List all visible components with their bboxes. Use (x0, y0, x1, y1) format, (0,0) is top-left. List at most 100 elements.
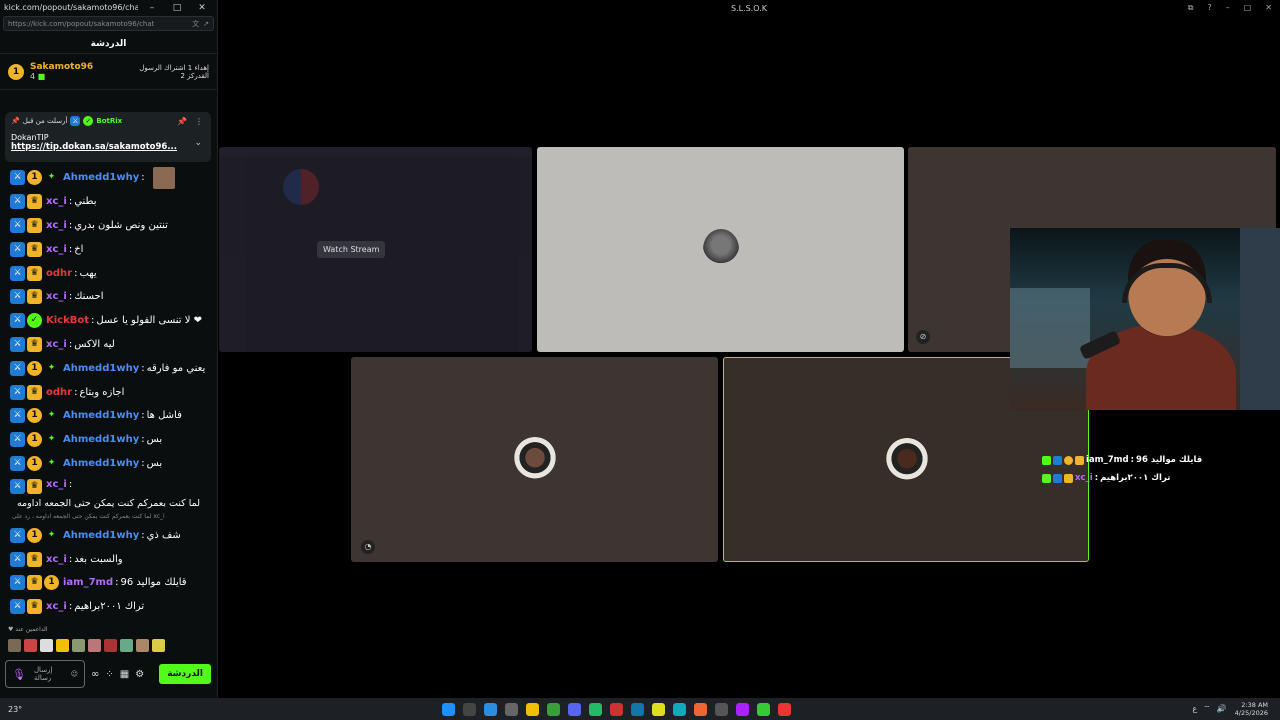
chat-username[interactable]: Ahmedd1why (63, 530, 139, 541)
maximize-button[interactable]: □ (166, 3, 188, 13)
chrome-icon[interactable] (651, 702, 665, 716)
chat-message[interactable]: ⚔ ♛ xc_i: اخ (0, 237, 216, 261)
chat-message[interactable]: ⚔ ♛ xc_i: بطني (0, 190, 216, 214)
chat-message[interactable]: ⚔ ♛ odhr: اجازه وبتاع (0, 380, 216, 404)
maximize-icon[interactable]: □ (1244, 3, 1252, 13)
search-icon[interactable] (462, 702, 476, 716)
chat-message[interactable]: ⚔ ♛ xc_i: تراك ٢٠٠١براهيم (0, 595, 216, 619)
app-icon[interactable] (735, 702, 749, 716)
app-icon[interactable] (588, 702, 602, 716)
participant-tile[interactable] (537, 147, 904, 352)
more-icon[interactable]: ⋮ (195, 117, 203, 126)
app-icon[interactable] (756, 702, 770, 716)
emote[interactable] (72, 639, 85, 652)
pinned-message[interactable]: 📌 أرسلت من قبل ⚔ ✓ BotRix DokanTIP https… (5, 112, 211, 162)
app-icon[interactable] (693, 702, 707, 716)
pinned-link[interactable]: https://tip.dokan.sa/sakamoto96... (11, 142, 205, 152)
emote[interactable] (24, 639, 37, 652)
participant-tile[interactable]: ◔ (351, 357, 718, 562)
supporters-label: ♥ الداعمين عند (8, 626, 48, 633)
chat-message[interactable]: ⚔ ♛ xc_i: تنتين ونص شلون بدري (0, 214, 216, 238)
edge-icon[interactable] (483, 702, 497, 716)
clock[interactable]: 2:38 AM 4/25/2026 (1235, 701, 1280, 717)
wifi-icon[interactable]: ⌔ (1203, 704, 1211, 714)
chat-message[interactable]: ⚔ 1 ✦ Ahmedd1why: (0, 166, 216, 190)
emote[interactable] (120, 639, 133, 652)
chevron-down-icon[interactable]: ⌄ (194, 138, 202, 148)
chat-username[interactable]: Ahmedd1why (63, 410, 139, 421)
watch-stream-button[interactable]: Watch Stream (317, 241, 386, 258)
chat-message[interactable]: ⚔ 1 ✦ Ahmedd1why: يعني مو فارقه (0, 356, 216, 380)
chat-username[interactable]: Ahmedd1why (63, 363, 139, 374)
app-icon[interactable] (714, 702, 728, 716)
start-icon[interactable] (441, 702, 455, 716)
volume-icon[interactable]: 🔊 (1217, 704, 1227, 714)
chat-username[interactable]: Ahmedd1why (63, 434, 139, 445)
share-icon[interactable]: ↗ (203, 20, 209, 28)
address-bar[interactable]: https://kick.com/popout/sakamoto96/chat … (3, 16, 214, 31)
emote[interactable] (8, 639, 21, 652)
chat-message[interactable]: ⚔ ♛ xc_i: والسبت بعد (0, 547, 216, 571)
chat-message[interactable]: ⚔ 1 ✦ Ahmedd1why: بس (0, 452, 216, 476)
chat-username[interactable]: odhr (46, 268, 72, 279)
chat-message[interactable]: ⚔ 1 ✦ Ahmedd1why: فاشل ها (0, 404, 216, 428)
steam-icon[interactable] (630, 702, 644, 716)
emote[interactable] (56, 639, 69, 652)
language-indicator[interactable]: ع (1192, 704, 1197, 714)
chat-username[interactable]: xc_i (46, 220, 67, 231)
close-icon[interactable]: ✕ (1265, 3, 1272, 13)
emote[interactable] (136, 639, 149, 652)
chat-message[interactable]: ⚔ ♛ xc_i: احسنك (0, 285, 216, 309)
chat-username[interactable]: xc_i (46, 479, 67, 490)
chat-message[interactable]: ⚔ ♛ 1 iam_7md: قايلك مواليد 96 (0, 571, 216, 595)
chat-username[interactable]: odhr (46, 387, 72, 398)
app-icon[interactable] (504, 702, 518, 716)
screen-share-tile[interactable]: Watch Stream (219, 147, 532, 352)
verified-icon: ✓ (83, 116, 94, 126)
chat-message[interactable]: ⚔ 1 ✦ Ahmedd1why: بس (0, 428, 216, 452)
app-icon[interactable] (546, 702, 560, 716)
app-icon[interactable] (777, 702, 791, 716)
unpin-icon[interactable]: 📌 (177, 117, 187, 126)
chat-username[interactable]: xc_i (46, 601, 67, 612)
discord-icon[interactable] (567, 702, 581, 716)
chat-message[interactable]: ⚔ ♛ odhr: يهب (0, 261, 216, 285)
settings-icon[interactable]: ⚙ (135, 669, 144, 680)
chat-username[interactable]: KickBot (46, 315, 89, 326)
translate-icon[interactable]: 文 (192, 19, 199, 29)
emote[interactable] (104, 639, 117, 652)
chat-message[interactable]: ⚔ ♛ xc_i: لما كنت بعمركم كنت يمكن حتى الجمع… (0, 475, 216, 511)
minimize-icon[interactable]: – (1226, 3, 1230, 13)
chat-username[interactable]: xc_i (46, 196, 67, 207)
gift-leaderboard[interactable]: 1 Sakamoto96 4 ■ إهداء 1 اشتراك الرسول ا… (0, 54, 217, 90)
chat-message[interactable]: ⚔ 1 ✦ Ahmedd1why: شف ذي (0, 523, 216, 547)
app-icon[interactable] (672, 702, 686, 716)
help-icon[interactable]: ? (1207, 3, 1211, 13)
minimize-button[interactable]: – (141, 3, 163, 13)
pinned-bot-name[interactable]: BotRix (96, 117, 122, 125)
share-nodes-icon[interactable]: ⁘ (105, 669, 113, 680)
chat-username[interactable]: xc_i (46, 244, 67, 255)
chat-input[interactable]: 🎙 إرسال رسالة ☺ (5, 660, 85, 688)
mic-icon[interactable]: 🎙 (12, 668, 26, 681)
send-button[interactable]: الدردشة (159, 664, 211, 684)
emote[interactable] (88, 639, 101, 652)
infinity-icon[interactable]: ∞ (91, 669, 99, 680)
chat-username[interactable]: Ahmedd1why (63, 458, 139, 469)
chat-username[interactable]: xc_i (46, 554, 67, 565)
emote[interactable] (152, 639, 165, 652)
close-button[interactable]: ✕ (191, 3, 213, 13)
app-icon[interactable] (609, 702, 623, 716)
chat-username[interactable]: iam_7md (63, 577, 113, 588)
emoji-icon[interactable]: ☺ (71, 670, 78, 678)
emote[interactable] (40, 639, 53, 652)
store-icon[interactable]: ▦ (120, 669, 129, 680)
chat-username[interactable]: xc_i (46, 291, 67, 302)
chat-username[interactable]: xc_i (46, 339, 67, 350)
chat-username[interactable]: Ahmedd1why (63, 172, 139, 183)
chat-message[interactable]: ⚔ ✓ KickBot: لا تنسى الفولو يا عسل ❤ (0, 309, 216, 333)
folder-icon[interactable] (525, 702, 539, 716)
chat-message[interactable]: ⚔ ♛ xc_i: ليه الاكس (0, 333, 216, 357)
screen-share-icon[interactable]: ⧉ (1188, 3, 1194, 13)
weather-temp[interactable]: 23° (0, 705, 40, 714)
